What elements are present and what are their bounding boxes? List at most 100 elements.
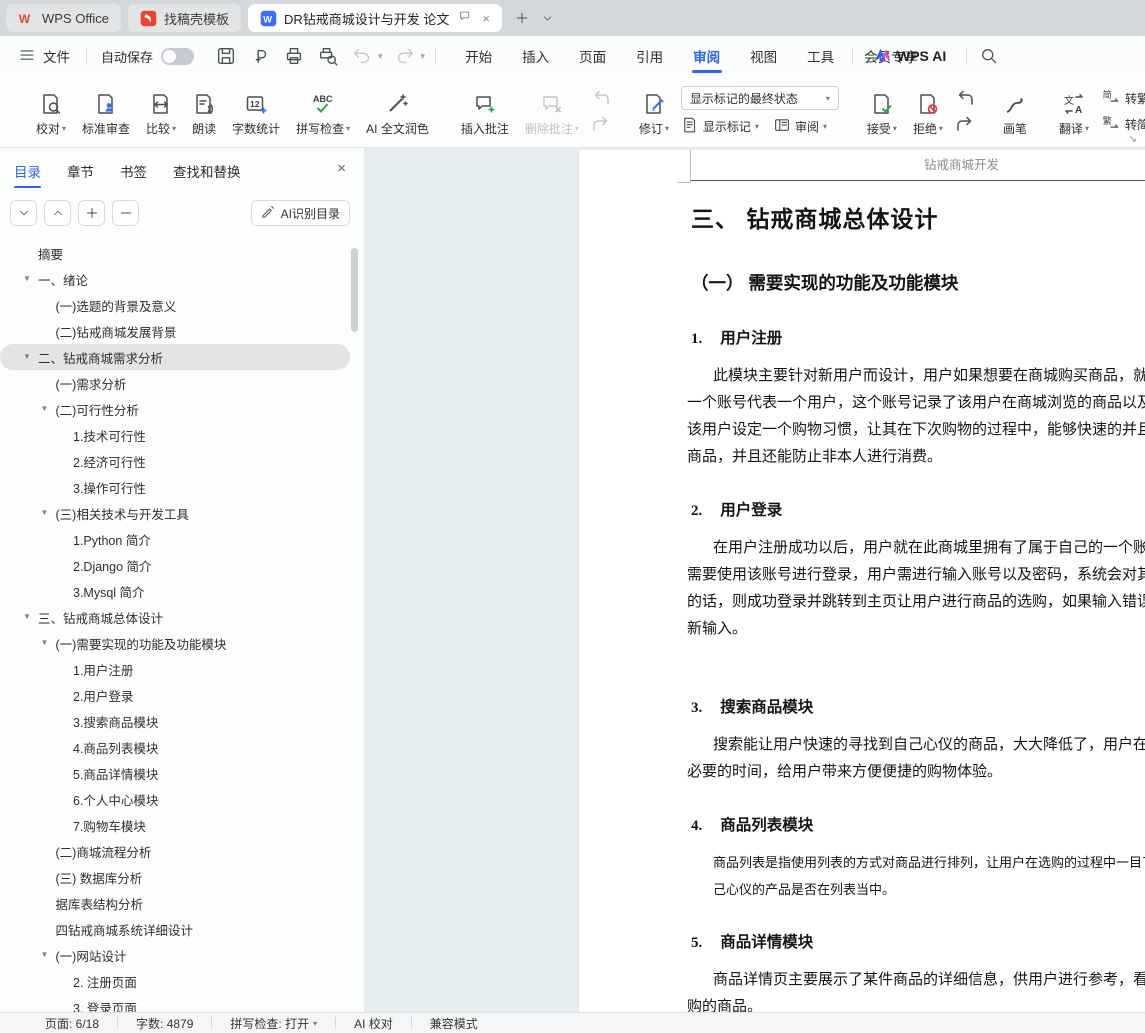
menu-tab-页面[interactable]: 页面 [564, 36, 621, 76]
new-tab-button[interactable] [509, 5, 535, 31]
tree-collapse-arrow-icon[interactable]: ▼ [41, 950, 49, 959]
toc-item[interactable]: (一)选题的背景及意义 [0, 292, 350, 318]
ribbon-button-standard-review[interactable]: 标准审查 [74, 80, 138, 144]
toc-chevron-down-button[interactable] [10, 200, 37, 226]
status-word-count[interactable]: 字数: 4879 [118, 1015, 211, 1032]
export-pdf-icon[interactable] [248, 44, 272, 68]
ribbon-button-pen[interactable]: 画笔 [995, 80, 1035, 144]
tree-collapse-arrow-icon[interactable]: ▼ [23, 612, 31, 621]
menu-tab-工具[interactable]: 工具 [792, 36, 849, 76]
menu-tab-开始[interactable]: 开始 [450, 36, 507, 76]
toc-item[interactable]: (一)需求分析 [0, 370, 350, 396]
ribbon-button-proofread[interactable]: 校对▾ [28, 80, 74, 144]
toc-item[interactable]: 2.Django 简介 [0, 552, 350, 578]
toc-item[interactable]: 1.用户注册 [0, 656, 350, 682]
toc-item[interactable]: ▼一、绪论 [0, 266, 350, 292]
toc-item[interactable]: 2.用户登录 [0, 682, 350, 708]
window-tab-1[interactable]: W WPS Office [6, 4, 121, 32]
menu-tab-引用[interactable]: 引用 [621, 36, 678, 76]
toc-item[interactable]: 3.搜索商品模块 [0, 708, 350, 734]
ribbon-button-review-pane[interactable]: 审阅▾ [773, 116, 827, 137]
toc-scrollbar[interactable] [351, 248, 358, 332]
ribbon-button-accept[interactable]: 接受▾ [859, 80, 905, 144]
wps-ai-button[interactable]: WPS AI [863, 47, 956, 66]
tree-collapse-arrow-icon[interactable]: ▼ [41, 638, 49, 647]
toc-item[interactable]: ▼(一)网站设计 [0, 942, 350, 968]
tab-comment-icon[interactable] [458, 9, 473, 27]
toc-item[interactable]: 7.购物车模块 [0, 812, 350, 838]
toc-item[interactable]: 2.经济可行性 [0, 448, 350, 474]
toc-item[interactable]: 3. 登录页面 [0, 994, 350, 1012]
autosave-control[interactable]: 自动保存 [87, 47, 208, 66]
ai-recognize-toc-button[interactable]: AI识别目录 [251, 200, 350, 226]
toc-item[interactable]: 2. 注册页面 [0, 968, 350, 994]
menu-tab-视图[interactable]: 视图 [735, 36, 792, 76]
tree-collapse-arrow-icon[interactable]: ▼ [41, 404, 49, 413]
ribbon-button-prev-change[interactable] [953, 88, 977, 110]
undo-icon[interactable] [350, 44, 374, 68]
tree-collapse-arrow-icon[interactable]: ▼ [23, 274, 31, 283]
ribbon-button-reject[interactable]: 拒绝▾ [905, 80, 951, 144]
toc-item[interactable]: ▼(一)需要实现的功能及功能模块 [0, 630, 350, 656]
search-icon[interactable] [977, 44, 1001, 68]
ribbon-button-prev-comment[interactable] [589, 88, 613, 110]
toc-item[interactable]: (二)钻戒商城发展背景 [0, 318, 350, 344]
menu-tab-审阅[interactable]: 审阅 [678, 36, 735, 76]
close-panel-icon[interactable]: × [337, 160, 346, 177]
tree-collapse-arrow-icon[interactable]: ▼ [23, 352, 31, 361]
redo-icon[interactable] [393, 44, 417, 68]
ribbon-button-read-aloud[interactable]: 朗读 [184, 80, 224, 144]
toc-item[interactable]: ▼(三)相关技术与开发工具 [0, 500, 350, 526]
tab-close-icon[interactable]: × [482, 11, 490, 26]
ribbon-button-spell-check[interactable]: ABC 拼写检查▾ [288, 80, 358, 144]
menu-tab-插入[interactable]: 插入 [507, 36, 564, 76]
toc-minus-button[interactable] [112, 200, 139, 226]
toc-tab-章节[interactable]: 章节 [67, 148, 94, 194]
toc-item[interactable]: 四钻戒商城系统详细设计 [0, 916, 350, 942]
toc-item[interactable]: (二)商城流程分析 [0, 838, 350, 864]
file-menu-button[interactable]: 文件 [0, 46, 86, 67]
status-spellcheck[interactable]: 拼写检查: 打开▾ [212, 1015, 335, 1032]
toc-item[interactable]: 4.商品列表模块 [0, 734, 350, 760]
redo-caret-icon[interactable]: ▾ [421, 51, 426, 62]
toc-item[interactable]: 5.商品详情模块 [0, 760, 350, 786]
ribbon-button-track-changes[interactable]: 修订▾ [631, 80, 677, 144]
toc-tab-书签[interactable]: 书签 [120, 148, 147, 194]
ribbon-button-insert-comment[interactable]: 插入批注 [453, 80, 517, 144]
status-ai-proof[interactable]: AI 校对 [336, 1015, 411, 1032]
undo-caret-icon[interactable]: ▾ [378, 51, 383, 62]
toc-chevron-up-button[interactable] [44, 200, 71, 226]
markup-state-select[interactable]: 显示标记的最终状态▾ [681, 86, 839, 110]
ribbon-button-next-comment[interactable] [589, 114, 613, 136]
ribbon-button-translate[interactable]: 文A 翻译▾ [1051, 80, 1097, 144]
window-tab-3[interactable]: W DR钻戒商城设计与开发 论文 × [248, 4, 502, 32]
window-tab-2[interactable]: 找稿壳模板 [128, 4, 241, 32]
tree-collapse-arrow-icon[interactable]: ▼ [41, 508, 49, 517]
toc-item[interactable]: 1.技术可行性 [0, 422, 350, 448]
tab-list-caret-icon[interactable] [535, 5, 561, 31]
toc-item[interactable]: 1.Python 简介 [0, 526, 350, 552]
autosave-toggle[interactable] [161, 48, 194, 65]
ribbon-button-compare[interactable]: 比较▾ [138, 80, 184, 144]
ribbon-button-to-traditional[interactable]: 简转繁 [1101, 87, 1145, 110]
ribbon-button-next-change[interactable] [953, 114, 977, 136]
toc-item[interactable]: ▼(二)可行性分析 [0, 396, 350, 422]
ribbon-button-word-count[interactable]: 12 字数统计 [224, 80, 288, 144]
toc-plus-button[interactable] [78, 200, 105, 226]
toc-item[interactable]: 3.操作可行性 [0, 474, 350, 500]
print-preview-icon[interactable] [316, 44, 340, 68]
toc-item[interactable]: (三) 数据库分析 [0, 864, 350, 890]
toc-item[interactable]: 3.Mysql 简介 [0, 578, 350, 604]
toc-item[interactable]: 据库表结构分析 [0, 890, 350, 916]
toc-item[interactable]: ▼三、钻戒商城总体设计 [0, 604, 350, 630]
collapse-ribbon-icon[interactable]: ↘ [1129, 134, 1137, 145]
toc-tab-查找和替换[interactable]: 查找和替换 [173, 148, 241, 194]
ribbon-button-ai-polish[interactable]: AI 全文润色 [358, 80, 437, 144]
save-icon[interactable] [214, 44, 238, 68]
toc-tab-目录[interactable]: 目录 [14, 148, 41, 194]
print-icon[interactable] [282, 44, 306, 68]
toc-item[interactable]: 摘要 [0, 240, 350, 266]
ribbon-button-show-markup[interactable]: 显示标记▾ [681, 116, 759, 137]
ribbon-button-to-simplified[interactable]: 繁转简 [1101, 113, 1145, 136]
document-page[interactable]: 钻戒商城开发 三、 钻戒商城总体设计 （一） 需要实现的功能及功能模块 1.用户… [578, 150, 1145, 1012]
